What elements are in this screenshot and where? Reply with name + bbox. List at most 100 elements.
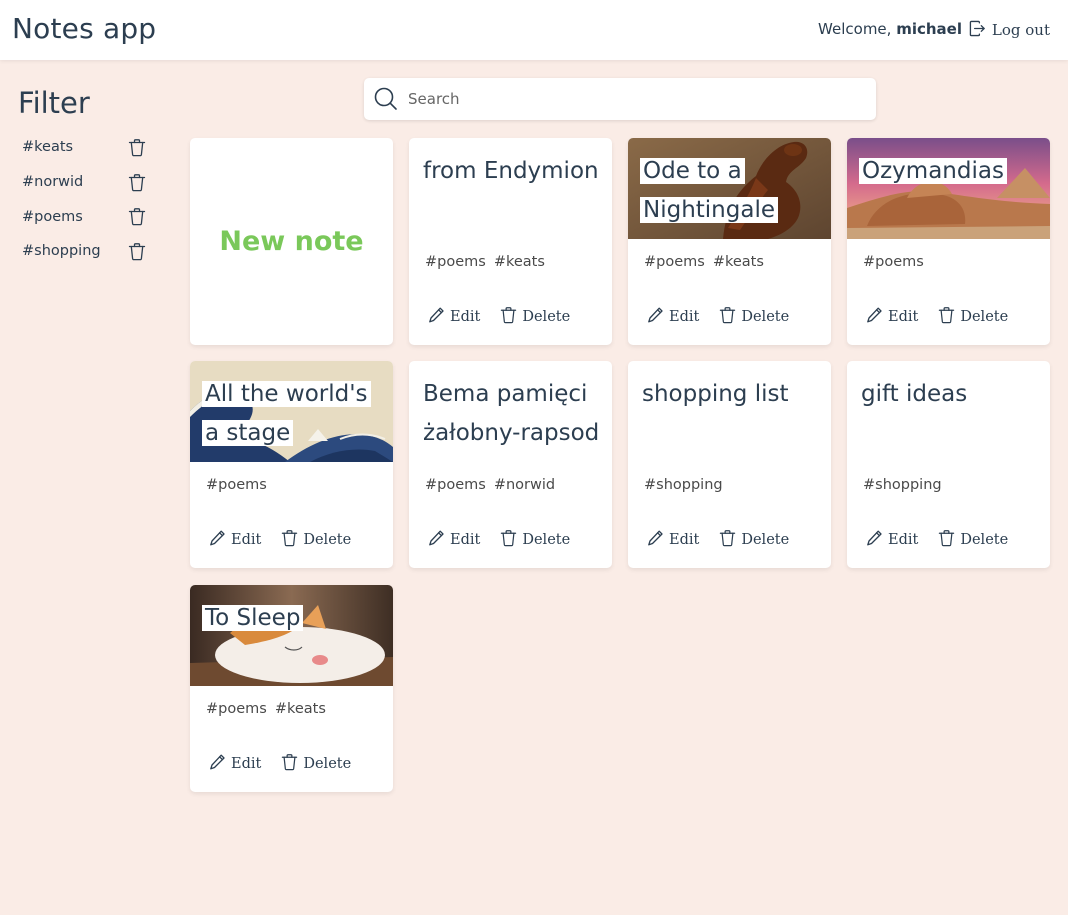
edit-button[interactable]: Edit: [428, 529, 480, 551]
username: michael: [896, 20, 962, 38]
trash-icon: [500, 529, 517, 551]
delete-label: Delete: [303, 756, 352, 772]
note-tag[interactable]: #poems: [425, 477, 486, 493]
note-tag[interactable]: #norwid: [494, 477, 555, 493]
note-actions: Edit Delete: [866, 529, 1008, 551]
note-title: All the world's a stage: [202, 375, 387, 453]
note-tags: #shopping: [863, 477, 942, 493]
note-tag[interactable]: #poems: [206, 477, 267, 493]
trash-icon: [719, 306, 736, 328]
logout-button[interactable]: Log out: [969, 19, 1050, 41]
delete-label: Delete: [741, 532, 790, 548]
delete-button[interactable]: Delete: [281, 529, 351, 551]
note-title-text: Ozymandias: [859, 158, 1007, 184]
filter-item: #poems: [22, 199, 147, 234]
note-tag[interactable]: #keats: [494, 254, 545, 270]
delete-button[interactable]: Delete: [938, 529, 1008, 551]
delete-button[interactable]: Delete: [938, 306, 1008, 328]
pencil-icon: [209, 529, 226, 551]
note-title-text: Ode to a Nightingale: [640, 158, 778, 223]
trash-icon: [938, 306, 955, 328]
edit-button[interactable]: Edit: [866, 529, 918, 551]
welcome-message: Welcome, michael: [818, 20, 962, 38]
delete-label: Delete: [522, 309, 571, 325]
note-card[interactable]: Ode to a Nightingale #poems #keats Edit De…: [628, 138, 831, 345]
delete-tag-icon[interactable]: [127, 241, 147, 261]
note-title: Bema pamięci żałobny-rapsod: [423, 375, 608, 453]
edit-label: Edit: [231, 756, 262, 772]
delete-tag-icon[interactable]: [127, 172, 147, 192]
note-tag[interactable]: #keats: [275, 701, 326, 717]
note-tag[interactable]: #poems: [863, 254, 924, 270]
pencil-icon: [209, 753, 226, 775]
edit-label: Edit: [888, 309, 919, 325]
note-actions: Edit Delete: [866, 306, 1008, 328]
search-icon: [374, 87, 397, 110]
note-tag[interactable]: #poems: [644, 254, 705, 270]
pencil-icon: [428, 306, 445, 328]
note-card[interactable]: gift ideas #shopping Edit Delete: [847, 361, 1050, 568]
note-card[interactable]: Bema pamięci żałobny-rapsod #poems #norwid…: [409, 361, 612, 568]
delete-button[interactable]: Delete: [500, 529, 570, 551]
filter-tag-label[interactable]: #norwid: [22, 174, 83, 190]
filter-item: #shopping: [22, 234, 147, 269]
new-note-card[interactable]: New note: [190, 138, 393, 345]
note-tag[interactable]: #shopping: [863, 477, 942, 493]
edit-label: Edit: [450, 309, 481, 325]
note-card[interactable]: To Sleep #poems #keats Edit Delete: [190, 585, 393, 792]
trash-icon: [719, 529, 736, 551]
new-note-label: New note: [219, 226, 364, 257]
note-card[interactable]: Ozymandias #poems Edit Delete: [847, 138, 1050, 345]
note-tags: #poems: [863, 254, 924, 270]
delete-label: Delete: [522, 532, 571, 548]
note-actions: Edit Delete: [209, 753, 351, 775]
app-title: Notes app: [12, 12, 157, 45]
edit-button[interactable]: Edit: [209, 529, 261, 551]
welcome-prefix: Welcome,: [818, 20, 892, 38]
note-title-text: Bema pamięci żałobny-rapsod: [423, 381, 600, 446]
delete-button[interactable]: Delete: [500, 306, 570, 328]
edit-button[interactable]: Edit: [647, 529, 699, 551]
pencil-icon: [428, 529, 445, 551]
edit-label: Edit: [450, 532, 481, 548]
edit-button[interactable]: Edit: [866, 306, 918, 328]
note-tags: #poems: [206, 477, 267, 493]
delete-button[interactable]: Delete: [719, 529, 789, 551]
note-tag[interactable]: #shopping: [644, 477, 723, 493]
logout-label: Log out: [991, 21, 1050, 39]
delete-label: Delete: [303, 532, 352, 548]
trash-icon: [281, 753, 298, 775]
note-title-text: All the world's a stage: [202, 381, 371, 446]
note-card[interactable]: from Endymion #poems #keats Edit Delete: [409, 138, 612, 345]
pencil-icon: [647, 529, 664, 551]
note-actions: Edit Delete: [209, 529, 351, 551]
delete-tag-icon[interactable]: [127, 207, 147, 227]
note-tag[interactable]: #keats: [713, 254, 764, 270]
note-tag[interactable]: #poems: [206, 701, 267, 717]
note-title-text: shopping list: [642, 381, 789, 407]
note-card[interactable]: shopping list #shopping Edit Delete: [628, 361, 831, 568]
edit-button[interactable]: Edit: [647, 306, 699, 328]
pencil-icon: [866, 529, 883, 551]
note-title: gift ideas: [861, 375, 1046, 414]
delete-tag-icon[interactable]: [127, 137, 147, 157]
delete-button[interactable]: Delete: [281, 753, 351, 775]
filter-tag-label[interactable]: #keats: [22, 139, 73, 155]
note-title-text: from Endymion: [423, 158, 599, 184]
edit-label: Edit: [888, 532, 919, 548]
logout-icon: [969, 20, 986, 41]
filter-tag-label[interactable]: #shopping: [22, 243, 101, 259]
note-tags: #poems #keats: [644, 254, 764, 270]
delete-button[interactable]: Delete: [719, 306, 789, 328]
edit-button[interactable]: Edit: [209, 753, 261, 775]
note-title-text: gift ideas: [861, 381, 968, 407]
note-actions: Edit Delete: [428, 529, 570, 551]
edit-button[interactable]: Edit: [428, 306, 480, 328]
filter-tag-label[interactable]: #poems: [22, 209, 83, 225]
search-input[interactable]: [408, 86, 858, 112]
note-tag[interactable]: #poems: [425, 254, 486, 270]
note-card[interactable]: All the world's a stage #poems Edit Delet…: [190, 361, 393, 568]
filter-item: #keats: [22, 130, 147, 165]
note-actions: Edit Delete: [647, 529, 789, 551]
pencil-icon: [866, 306, 883, 328]
